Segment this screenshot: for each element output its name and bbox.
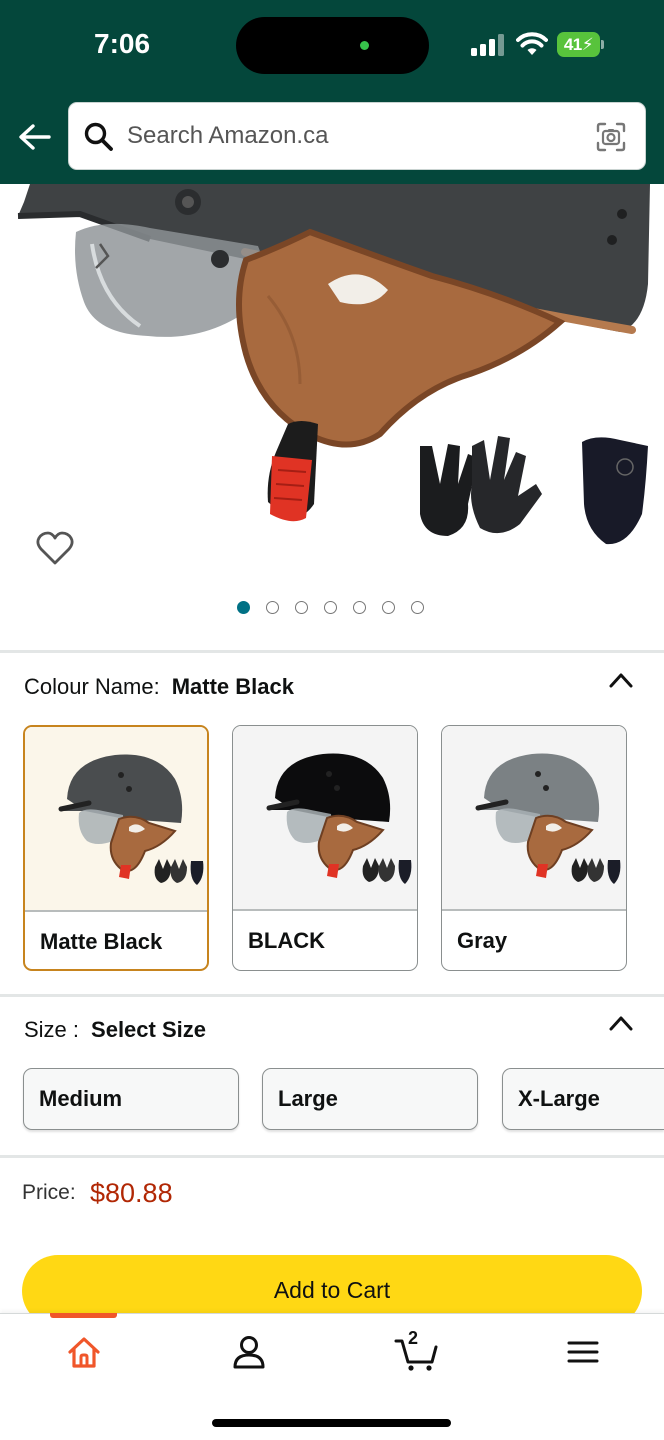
battery-level: 41 bbox=[563, 35, 582, 54]
bottom-navigation: 2 bbox=[0, 1313, 664, 1440]
swatch-image bbox=[233, 726, 417, 909]
swatch-image bbox=[442, 726, 626, 909]
carousel-dot[interactable] bbox=[411, 601, 424, 614]
active-tab-indicator bbox=[50, 1313, 117, 1318]
search-input[interactable] bbox=[127, 103, 567, 169]
battery-icon: 41⚡ bbox=[557, 32, 605, 57]
search-icon bbox=[84, 122, 113, 151]
status-time: 7:06 bbox=[94, 28, 151, 59]
account-icon[interactable] bbox=[229, 1332, 269, 1372]
price-label: Price: bbox=[22, 1181, 76, 1204]
divider bbox=[25, 910, 207, 912]
size-option-label: X-Large bbox=[518, 1086, 600, 1111]
add-to-cart-label: Add to Cart bbox=[273, 1277, 391, 1303]
menu-icon[interactable] bbox=[563, 1332, 603, 1372]
carousel-dots[interactable] bbox=[237, 601, 424, 615]
colour-swatch-black[interactable]: BLACK bbox=[232, 725, 418, 971]
cart-count-badge: 2 bbox=[408, 1328, 419, 1348]
size-row: Size : Select Size bbox=[24, 1017, 206, 1043]
home-indicator bbox=[212, 1419, 451, 1427]
size-option-label: Medium bbox=[39, 1086, 123, 1111]
price-value: $80.88 bbox=[90, 1178, 173, 1208]
swatch-label: Gray bbox=[457, 928, 508, 953]
camera-search-icon[interactable] bbox=[595, 121, 627, 153]
carousel-dot[interactable] bbox=[237, 601, 250, 614]
cellular-signal-icon bbox=[471, 34, 505, 56]
colour-selected-value: Matte Black bbox=[171, 674, 294, 699]
size-selected-value: Select Size bbox=[91, 1017, 206, 1042]
size-option-large[interactable]: Large bbox=[262, 1068, 478, 1130]
swatch-label: Matte Black bbox=[40, 929, 163, 954]
chevron-up-icon[interactable] bbox=[608, 671, 634, 689]
divider bbox=[233, 909, 417, 911]
carousel-dot[interactable] bbox=[324, 601, 337, 614]
colour-name-row: Colour Name: Matte Black bbox=[24, 674, 294, 700]
size-option-label: Large bbox=[278, 1086, 338, 1111]
size-label: Size : bbox=[24, 1017, 80, 1042]
carousel-dot[interactable] bbox=[295, 601, 308, 614]
carousel-dot[interactable] bbox=[353, 601, 366, 614]
wishlist-heart-icon[interactable] bbox=[36, 530, 74, 566]
size-option-medium[interactable]: Medium bbox=[23, 1068, 239, 1130]
size-option-x-large[interactable]: X-Large bbox=[502, 1068, 664, 1130]
wifi-icon bbox=[516, 32, 548, 55]
search-bar[interactable] bbox=[68, 102, 646, 170]
swatch-image bbox=[25, 727, 207, 910]
dynamic-island bbox=[236, 17, 429, 74]
swatch-label: BLACK bbox=[248, 928, 325, 953]
camera-dot bbox=[360, 41, 369, 50]
chevron-up-icon[interactable] bbox=[608, 1014, 634, 1032]
product-image-carousel[interactable] bbox=[0, 184, 664, 650]
app-header: 7:06 41⚡ bbox=[0, 0, 664, 184]
home-icon[interactable] bbox=[64, 1332, 104, 1372]
product-image bbox=[17, 184, 650, 545]
colour-name-label: Colour Name: bbox=[24, 674, 160, 699]
cart-nav-item[interactable]: 2 bbox=[394, 1328, 440, 1372]
back-arrow-icon[interactable] bbox=[16, 118, 52, 156]
divider bbox=[442, 909, 626, 911]
carousel-dot[interactable] bbox=[266, 601, 279, 614]
colour-swatch-matte-black[interactable]: Matte Black bbox=[23, 725, 209, 971]
divider bbox=[0, 994, 664, 997]
divider bbox=[0, 1155, 664, 1158]
carousel-dot[interactable] bbox=[382, 601, 395, 614]
colour-swatch-gray[interactable]: Gray bbox=[441, 725, 627, 971]
divider bbox=[0, 650, 664, 653]
